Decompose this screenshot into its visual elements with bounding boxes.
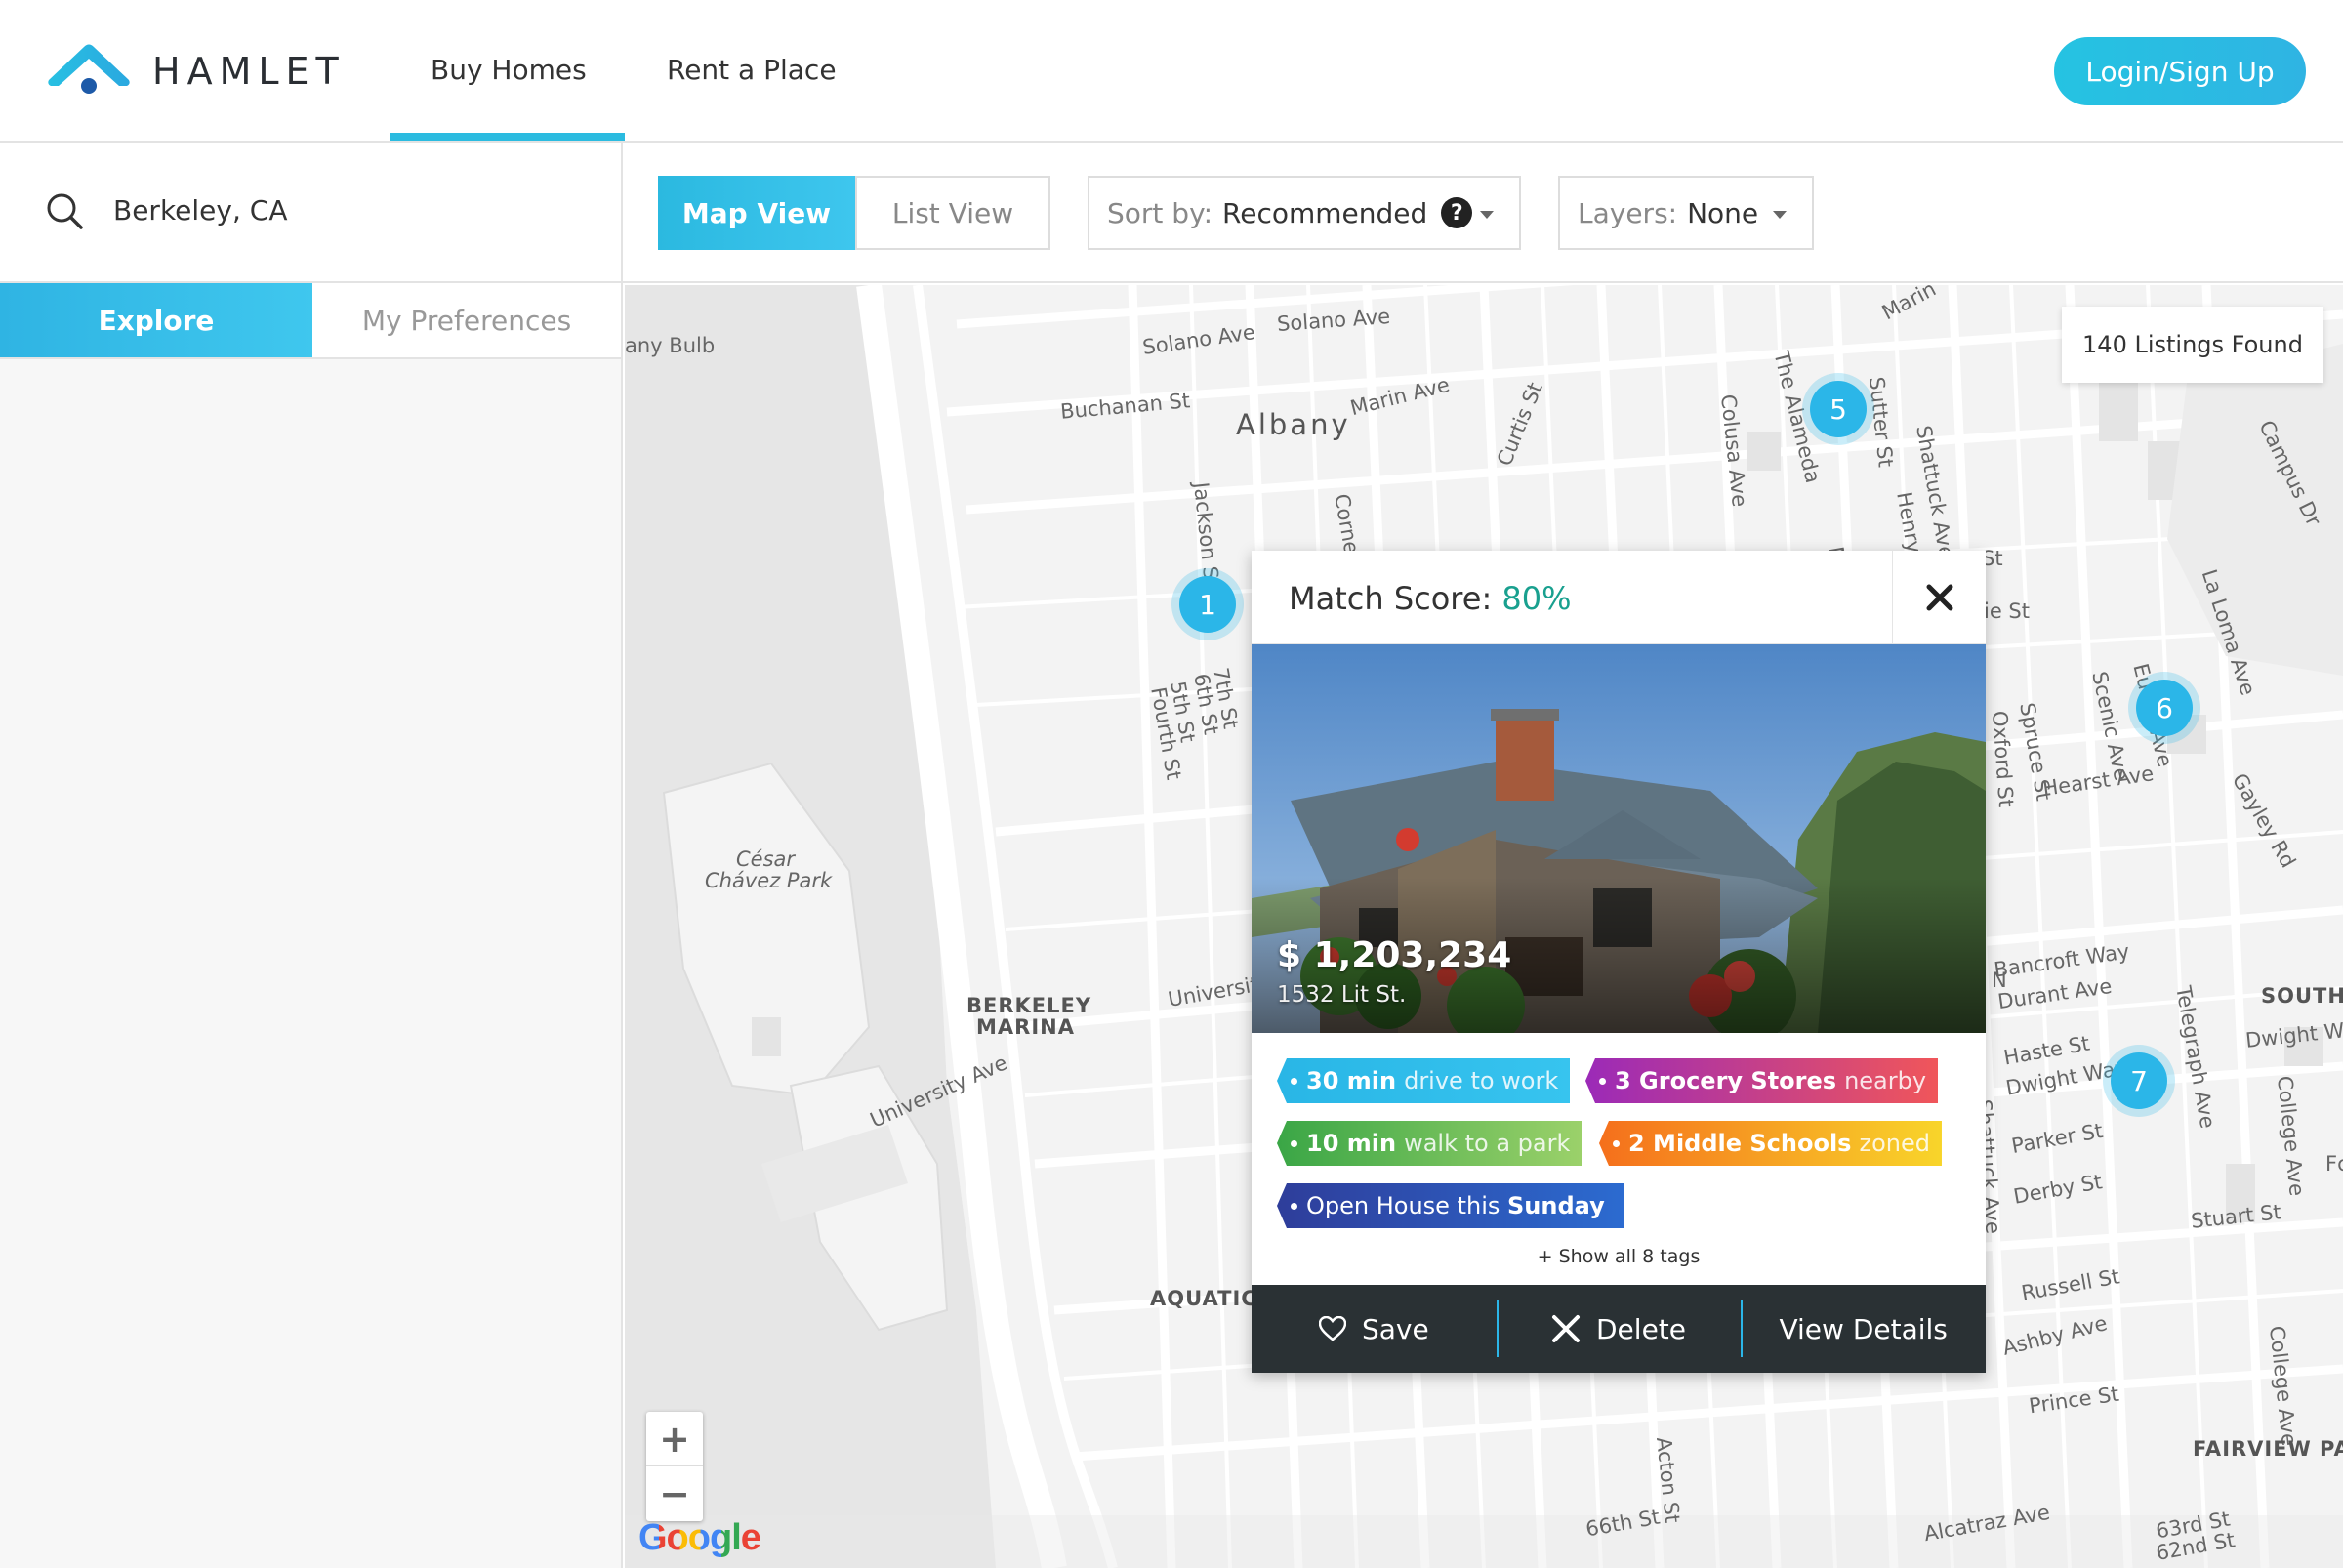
- tag-middle-schools[interactable]: 2 Middle Schools zoned: [1599, 1121, 1942, 1166]
- map-toolbar: Map View List View Sort by: Recommended …: [623, 143, 2343, 283]
- map-pin-5[interactable]: 5: [1810, 381, 1867, 437]
- map-label: MARINA: [976, 1015, 1075, 1039]
- map-label: AQUATIC: [1150, 1287, 1257, 1310]
- match-score: Match Score: 80%: [1289, 580, 1572, 617]
- listings-count-badge: 140 Listings Found: [2062, 307, 2323, 383]
- map-pin-7[interactable]: 7: [2111, 1052, 2167, 1109]
- google-attribution: Google: [638, 1517, 761, 1559]
- map-view-button[interactable]: Map View: [658, 176, 855, 250]
- brand-logo[interactable]: HAMLET: [45, 41, 346, 102]
- sort-value: Recommended: [1222, 196, 1428, 229]
- google-logo-text: Google: [638, 1517, 761, 1558]
- tag-bold: 30 min: [1306, 1067, 1397, 1094]
- zoom-control: + −: [646, 1412, 703, 1521]
- sort-dropdown[interactable]: Sort by: Recommended ?: [1088, 176, 1521, 250]
- map-label: ie St: [1984, 599, 2030, 623]
- tag-bold: 2 Middle Schools: [1628, 1130, 1852, 1157]
- listing-price: $ 1,203,234: [1277, 935, 1512, 975]
- tag-text: drive to work: [1404, 1067, 1559, 1094]
- match-score-value: 80%: [1501, 580, 1572, 617]
- show-all-tags-link[interactable]: + Show all 8 tags: [1252, 1246, 1986, 1267]
- tag-open-house[interactable]: Open House this Sunday: [1277, 1183, 1624, 1228]
- heart-icon: [1318, 1316, 1346, 1341]
- map-label: Chávez Park: [705, 869, 833, 892]
- close-button[interactable]: [1892, 551, 1986, 644]
- zoom-out-button[interactable]: −: [646, 1466, 703, 1521]
- tag-text: Open House this: [1306, 1192, 1500, 1219]
- tab-explore[interactable]: Explore: [0, 283, 312, 357]
- view-details-label: View Details: [1779, 1312, 1948, 1345]
- nav-rent-a-place[interactable]: Rent a Place: [667, 54, 837, 86]
- nav-buy-homes[interactable]: Buy Homes: [431, 54, 587, 86]
- tag-text: zoned: [1859, 1130, 1930, 1157]
- layers-value: None: [1687, 196, 1759, 229]
- hamlet-logo-icon: [48, 44, 130, 94]
- zoom-in-button[interactable]: +: [646, 1412, 703, 1466]
- tag-grocery-stores[interactable]: 3 Grocery Stores nearby: [1585, 1058, 1939, 1103]
- tab-my-preferences[interactable]: My Preferences: [312, 283, 621, 357]
- view-toggle: Map View List View: [658, 176, 1050, 250]
- map-label: any Bulb: [625, 334, 716, 357]
- tag-text: walk to a park: [1404, 1130, 1571, 1157]
- listing-address: 1532 Lit St.: [1277, 982, 1407, 1008]
- top-header: HAMLET Buy Homes Rent a Place Login/Sign…: [0, 0, 2343, 143]
- help-icon[interactable]: ?: [1441, 197, 1473, 228]
- card-action-bar: Save Delete View Details: [1252, 1285, 1986, 1373]
- map-pin-6[interactable]: 6: [2136, 680, 2193, 736]
- layers-dropdown[interactable]: Layers: None: [1558, 176, 1814, 250]
- delete-label: Delete: [1596, 1312, 1686, 1345]
- tag-text: nearby: [1844, 1067, 1927, 1094]
- login-signup-button[interactable]: Login/Sign Up: [2054, 37, 2306, 105]
- left-tabs: Explore My Preferences: [0, 283, 621, 359]
- chevron-down-icon: [1480, 211, 1494, 219]
- tag-bold: Sunday: [1507, 1192, 1605, 1219]
- view-details-button[interactable]: View Details: [1741, 1285, 1986, 1373]
- map-label: Fc: [2325, 1152, 2343, 1176]
- listing-card[interactable]: Match Score: 80% $ 1,203,234 1532 Lit St…: [1252, 551, 1986, 1373]
- sort-prefix: Sort by:: [1107, 196, 1213, 229]
- list-view-button[interactable]: List View: [855, 176, 1050, 250]
- tag-drive-to-work[interactable]: 30 min drive to work: [1277, 1058, 1571, 1103]
- search-bar: [0, 143, 621, 283]
- map-label: Albany: [1236, 408, 1351, 441]
- layers-prefix: Layers:: [1578, 196, 1678, 229]
- match-score-label: Match Score:: [1289, 580, 1493, 617]
- search-icon[interactable]: [45, 191, 84, 230]
- tag-bold: 3 Grocery Stores: [1615, 1067, 1837, 1094]
- close-icon: [1926, 584, 1952, 611]
- nav-active-indicator: [390, 133, 625, 141]
- map-label: FAIRVIEW PAR: [2193, 1437, 2343, 1461]
- tag-bold: 10 min: [1306, 1130, 1397, 1157]
- card-header: Match Score: 80%: [1252, 551, 1986, 644]
- listing-photo[interactable]: $ 1,203,234 1532 Lit St.: [1252, 644, 1986, 1033]
- map-label: BERKELEY: [966, 994, 1092, 1017]
- save-label: Save: [1361, 1312, 1429, 1345]
- map-label: César: [736, 847, 796, 871]
- delete-button[interactable]: Delete: [1496, 1285, 1742, 1373]
- map-label: SOUTH: [2261, 984, 2343, 1008]
- chevron-down-icon: [1773, 211, 1787, 219]
- left-panel: Explore My Preferences: [0, 143, 623, 1568]
- map-pin-1[interactable]: 1: [1179, 576, 1236, 633]
- location-search-input[interactable]: [113, 186, 582, 234]
- save-button[interactable]: Save: [1252, 1285, 1497, 1373]
- brand-name: HAMLET: [152, 50, 346, 93]
- tag-walk-to-park[interactable]: 10 min walk to a park: [1277, 1121, 1583, 1166]
- close-icon: [1552, 1315, 1580, 1342]
